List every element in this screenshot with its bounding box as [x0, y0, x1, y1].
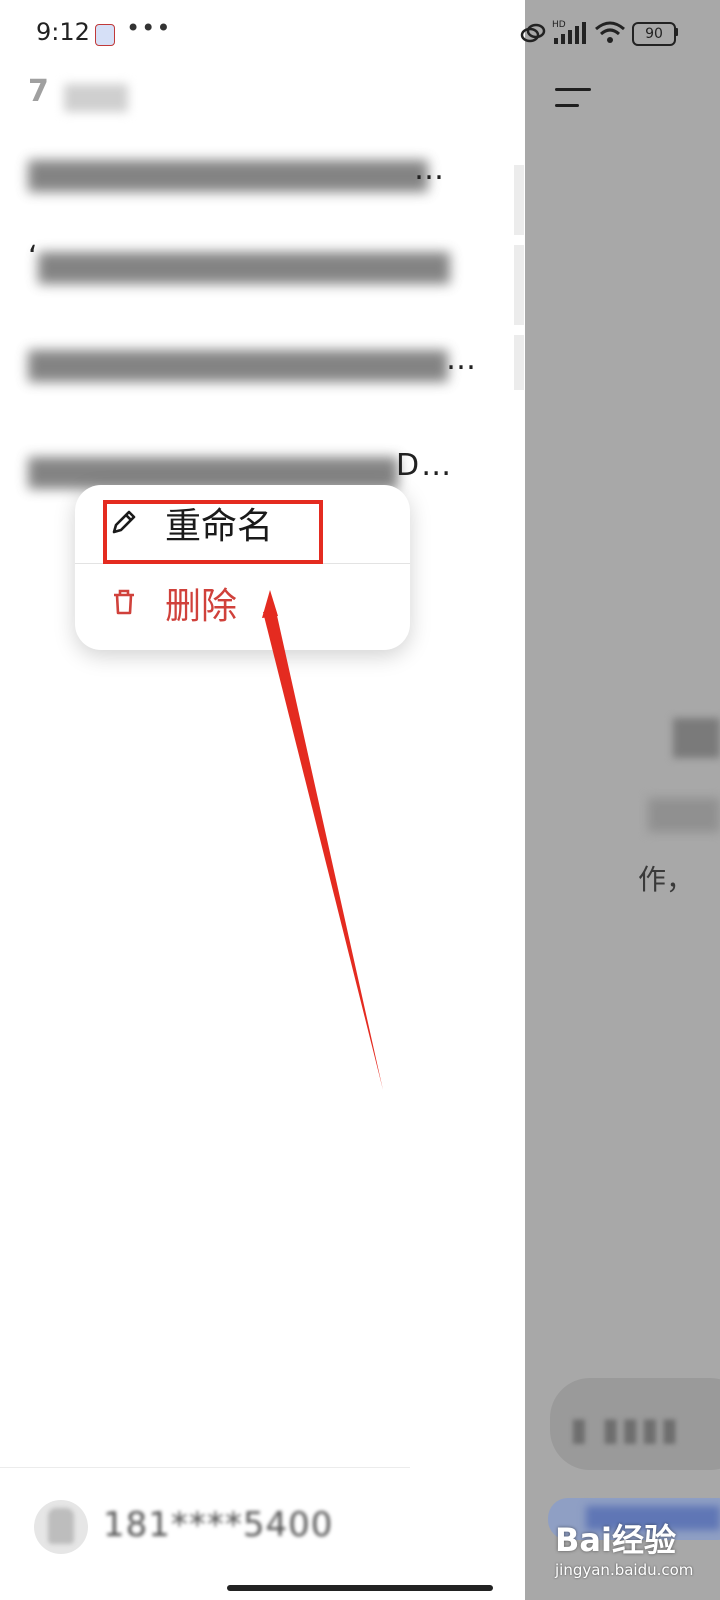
- history-section-label: 7: [28, 74, 49, 109]
- watermark: Bai经验 jingyan.baidu.com: [555, 1515, 715, 1585]
- drawer-edge: [514, 165, 524, 235]
- battery-nub: [675, 28, 678, 36]
- section-label-blurred: [64, 84, 128, 112]
- message-input-placeholder-blurred: ▮ ▮▮▮▮: [570, 1410, 681, 1448]
- home-indicator[interactable]: [227, 1585, 493, 1591]
- status-time: 9:12: [36, 18, 90, 46]
- user-phone: 181****5400: [103, 1505, 334, 1545]
- drawer-edge: [514, 245, 524, 325]
- welcome-text-fragment: 作，: [638, 863, 695, 896]
- delete-menu-item[interactable]: 删除: [75, 565, 410, 643]
- delete-label: 删除: [165, 586, 238, 627]
- trash-icon: [114, 589, 134, 615]
- svg-text:HD: HD: [552, 20, 566, 30]
- history-item-title-blurred: [28, 350, 448, 382]
- blurred-subtext: [648, 798, 720, 832]
- history-item-title-blurred: [28, 160, 428, 192]
- app-notification-icon: [95, 24, 115, 46]
- watermark-logo: Bai经验: [555, 1521, 676, 1559]
- wifi-icon: [595, 21, 625, 43]
- drawer-edge: [514, 335, 524, 390]
- signal-hd-icon: HD: [552, 20, 586, 44]
- annotation-highlight-box: [103, 500, 323, 564]
- more-notifications-icon: •••: [126, 14, 172, 42]
- menu-icon[interactable]: [555, 88, 591, 114]
- history-item-ellipsis: …: [446, 342, 478, 377]
- battery-icon: 90: [632, 22, 676, 46]
- status-bar: 9:12 ••• HD 90: [0, 0, 720, 66]
- link-icon: [520, 23, 546, 43]
- history-item-ellipsis: …: [414, 152, 446, 187]
- history-item-ellipsis: D…: [396, 448, 454, 483]
- avatar-silhouette-icon: [48, 1508, 74, 1544]
- footer-divider: [0, 1467, 410, 1468]
- history-item-title-blurred: [38, 252, 450, 284]
- watermark-url: jingyan.baidu.com: [555, 1561, 694, 1579]
- blurred-heading: [673, 718, 720, 758]
